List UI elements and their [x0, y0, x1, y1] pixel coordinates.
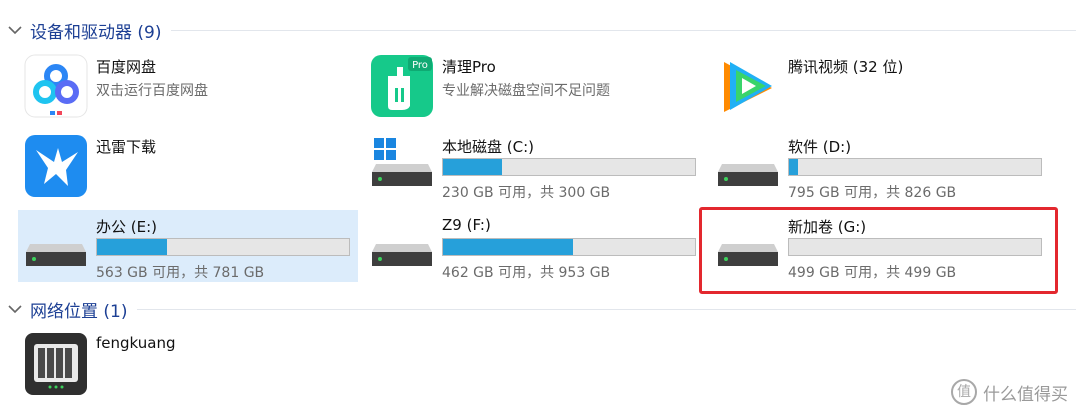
- drive-usage-fill: [443, 239, 573, 255]
- drive-usage-bar: [788, 158, 1042, 176]
- drive-space-text: 795 GB 可用，共 826 GB: [788, 185, 957, 201]
- watermark-text: 什么值得买: [983, 384, 1068, 405]
- drive-tile-d[interactable]: 软件 (D:) 795 GB 可用，共 826 GB: [710, 130, 1060, 202]
- drive-name: 本地磁盘 (C:): [442, 138, 534, 156]
- app-description: 专业解决磁盘空间不足问题: [442, 83, 610, 99]
- drive-space-text: 563 GB 可用，共 781 GB: [96, 265, 265, 281]
- app-tile-cleaner-pro[interactable]: Pro 清理Pro 专业解决磁盘空间不足问题: [364, 50, 704, 122]
- system-drive-icon: [370, 134, 434, 198]
- cleaner-pro-icon: Pro: [370, 54, 434, 118]
- hard-drive-icon: [24, 214, 88, 278]
- drive-usage-bar: [442, 158, 696, 176]
- baidu-netdisk-icon: [24, 54, 88, 118]
- watermark: 值 什么值得买: [951, 379, 1068, 405]
- chevron-down-icon[interactable]: [6, 21, 24, 39]
- drive-name: Z9 (F:): [442, 216, 491, 234]
- drive-tile-c[interactable]: 本地磁盘 (C:) 230 GB 可用，共 300 GB: [364, 130, 704, 202]
- highlight-annotation: [699, 207, 1058, 294]
- group-title: 设备和驱动器 (9): [30, 22, 162, 43]
- xunlei-icon: [24, 134, 88, 198]
- nas-icon: [24, 332, 88, 396]
- app-name: 百度网盘: [96, 58, 157, 76]
- drive-usage-bar: [442, 238, 696, 256]
- tencent-video-icon: [716, 54, 780, 118]
- group-header-devices[interactable]: 设备和驱动器 (9): [0, 16, 1080, 44]
- drive-space-text: 230 GB 可用，共 300 GB: [442, 185, 611, 201]
- app-tile-baidu-netdisk[interactable]: 百度网盘 双击运行百度网盘: [18, 50, 358, 122]
- app-name: 腾讯视频 (32 位): [788, 58, 904, 76]
- group-title: 网络位置 (1): [30, 301, 128, 322]
- drive-usage-fill: [443, 159, 502, 175]
- hard-drive-icon: [370, 214, 434, 278]
- group-divider: [137, 308, 1076, 310]
- drive-tile-f[interactable]: Z9 (F:) 462 GB 可用，共 953 GB: [364, 210, 704, 282]
- chevron-down-icon[interactable]: [6, 300, 24, 318]
- network-tile-fengkuang[interactable]: fengkuang: [18, 328, 358, 400]
- drive-tile-e[interactable]: 办公 (E:) 563 GB 可用，共 781 GB: [18, 210, 358, 282]
- app-description: 双击运行百度网盘: [96, 83, 208, 99]
- group-header-network[interactable]: 网络位置 (1): [0, 295, 1080, 323]
- app-tile-xunlei[interactable]: 迅雷下载: [18, 130, 358, 202]
- drive-name: 办公 (E:): [96, 218, 158, 236]
- app-name: 迅雷下载: [96, 138, 157, 156]
- drive-space-text: 462 GB 可用，共 953 GB: [442, 265, 611, 281]
- drive-name: 软件 (D:): [788, 138, 852, 156]
- drive-usage-fill: [789, 159, 799, 175]
- app-tile-tencent-video[interactable]: 腾讯视频 (32 位): [710, 50, 1060, 122]
- drive-usage-fill: [97, 239, 168, 255]
- watermark-logo-icon: 值: [951, 379, 977, 405]
- drive-usage-bar: [96, 238, 350, 256]
- app-name: 清理Pro: [442, 58, 496, 76]
- pro-badge: Pro: [412, 60, 428, 71]
- network-location-name: fengkuang: [96, 334, 176, 352]
- group-divider: [171, 29, 1076, 31]
- hard-drive-icon: [716, 134, 780, 198]
